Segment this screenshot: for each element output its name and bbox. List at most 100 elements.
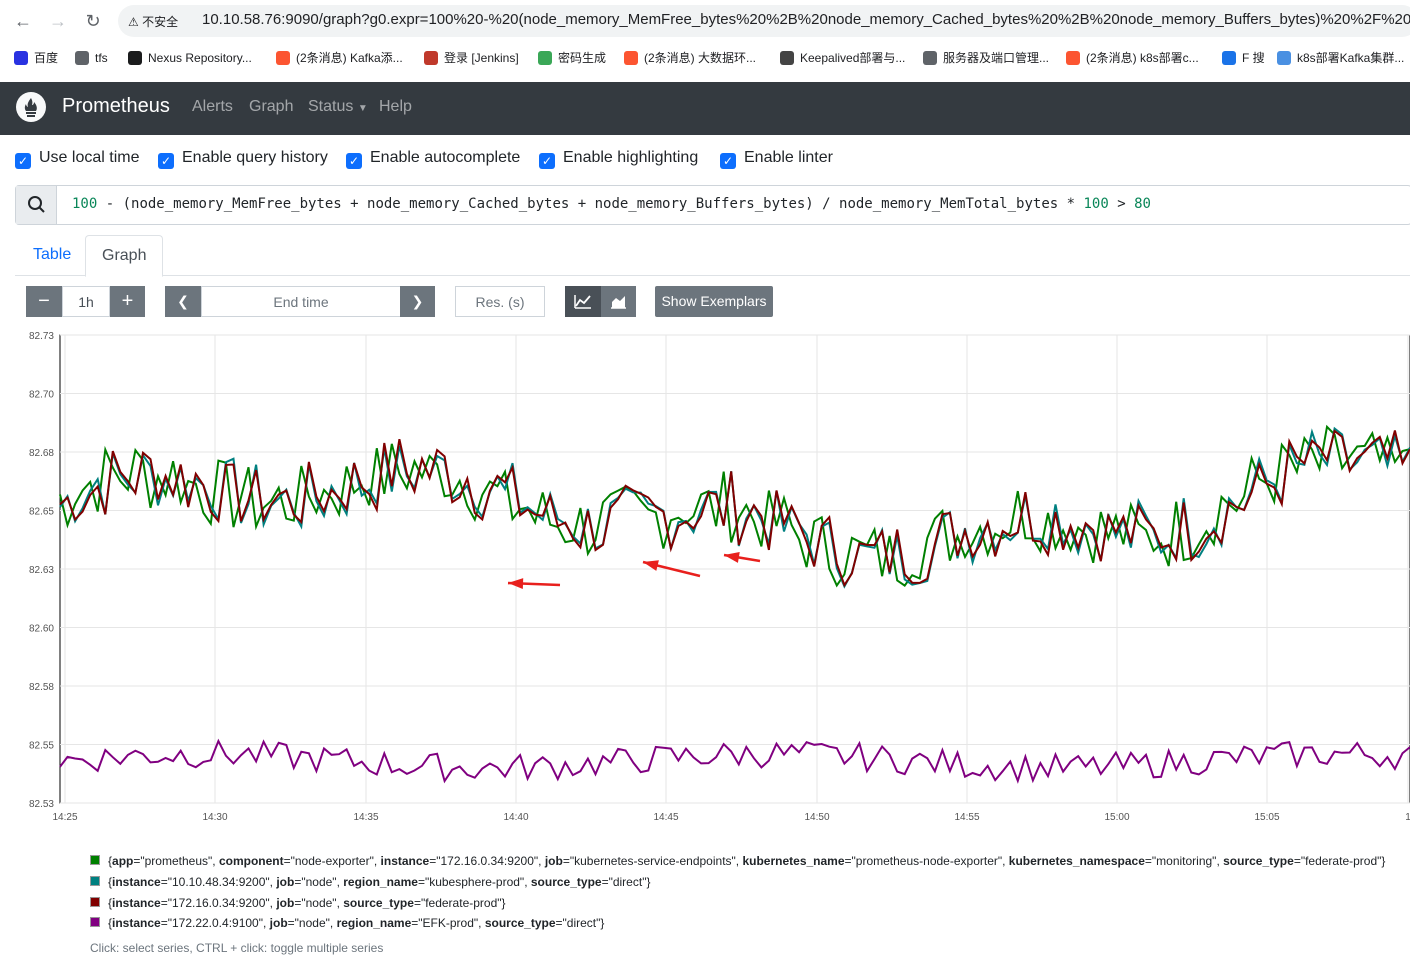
label-key: kubernetes_name <box>742 854 845 868</box>
stacked-chart-icon[interactable] <box>601 286 636 317</box>
bookmark-item[interactable]: F 搜 <box>1222 47 1265 69</box>
x-tick-label: 14:30 <box>202 812 227 823</box>
bookmark-favicon-icon <box>276 51 290 65</box>
chevron-right-icon[interactable]: ❯ <box>400 286 435 317</box>
nav-help[interactable]: Help <box>379 98 412 116</box>
checkbox-checked-icon[interactable]: ✓ <box>15 153 31 169</box>
legend-item[interactable]: {instance="172.22.0.4:9100", job="node",… <box>90 916 604 930</box>
chevron-left-icon[interactable]: ❮ <box>165 286 201 317</box>
range-input[interactable]: 1h <box>62 286 110 317</box>
x-tick-label: 15:05 <box>1254 812 1279 823</box>
label-key: component <box>218 854 284 868</box>
checkbox-checked-icon[interactable]: ✓ <box>720 153 736 169</box>
bookmark-item[interactable]: (2条消息) Kafka添... <box>276 47 403 69</box>
search-icon[interactable] <box>16 186 57 224</box>
option-label: Use local time <box>39 149 140 166</box>
y-tick-label: 82.70 <box>29 390 54 401</box>
bookmark-favicon-icon <box>1222 51 1236 65</box>
label-key: region_name <box>336 916 412 930</box>
x-tick-label: 14:35 <box>353 812 378 823</box>
bookmark-item[interactable]: tfs <box>75 47 108 69</box>
bookmark-favicon-icon <box>75 51 89 65</box>
prometheus-navbar: Prometheus Alerts Graph Status ▼ Help <box>0 82 1410 135</box>
bookmark-item[interactable]: 登录 [Jenkins] <box>424 47 519 69</box>
prometheus-logo-icon[interactable] <box>16 92 46 122</box>
y-tick-label: 82.68 <box>29 448 54 459</box>
label-value: ="172.22.0.4:9100" <box>160 916 263 930</box>
nav-status[interactable]: Status ▼ <box>308 98 368 116</box>
label-value: ="prometheus-node-exporter" <box>844 854 1003 868</box>
bookmark-label: 服务器及端口管理... <box>943 51 1050 65</box>
graph-chart[interactable]: 82.73 82.70 82.68 82.65 82.63 82.60 82.58 82.55… <box>0 320 1410 830</box>
label-value: ="kubernetes-service-endpoints" <box>562 854 736 868</box>
legend-item[interactable]: {app="prometheus", component="node-expor… <box>90 854 1385 868</box>
nav-alerts[interactable]: Alerts <box>192 98 233 116</box>
label-value: ="172.16.0.34:9200" <box>429 854 539 868</box>
option-label: Enable highlighting <box>563 149 699 166</box>
bookmark-label: tfs <box>95 51 108 65</box>
nav-graph[interactable]: Graph <box>249 98 293 116</box>
option-enable-query-history[interactable]: ✓ Enable query history <box>158 149 328 169</box>
bookmark-item[interactable]: k8s部署Kafka集群... <box>1277 47 1404 69</box>
option-label: Enable linter <box>744 149 833 166</box>
resolution-input[interactable]: Res. (s) <box>455 286 545 317</box>
security-indicator[interactable]: ⚠ 不安全 <box>128 13 178 30</box>
label-key: source_type <box>343 896 414 910</box>
x-tick-label: 1 <box>1405 812 1410 823</box>
label-key: region_name <box>343 875 418 889</box>
option-enable-linter[interactable]: ✓ Enable linter <box>720 149 833 169</box>
address-bar[interactable]: ⚠ 不安全 10.10.58.76:9090/graph?g0.expr=100… <box>118 5 1410 37</box>
increase-range-button[interactable]: + <box>110 286 145 317</box>
show-exemplars-button[interactable]: Show Exemplars <box>655 286 773 317</box>
y-tick-label: 82.53 <box>29 799 54 810</box>
reload-icon[interactable]: ↻ <box>80 8 106 34</box>
security-label: 不安全 <box>142 15 179 29</box>
end-time-input[interactable]: End time <box>201 286 401 317</box>
label-key: instance <box>380 854 430 868</box>
bookmark-item[interactable]: 服务器及端口管理... <box>923 47 1049 69</box>
query-input[interactable]: 100 - (node_memory_MemFree_bytes + node_… <box>72 196 1151 212</box>
checkbox-checked-icon[interactable]: ✓ <box>346 153 362 169</box>
bookmark-item[interactable]: 密码生成 <box>538 47 606 69</box>
x-tick-label: 15:00 <box>1104 812 1129 823</box>
bookmark-item[interactable]: Nexus Repository... <box>128 47 252 69</box>
label-value: ="node" <box>294 896 337 910</box>
option-enable-autocomplete[interactable]: ✓ Enable autocomplete <box>346 149 520 169</box>
label-value: ="10.10.48.34:9200" <box>160 875 270 889</box>
url-text[interactable]: 10.10.58.76:9090/graph?g0.expr=100%20-%2… <box>202 11 1410 28</box>
label-value: ="prometheus" <box>133 854 213 868</box>
option-use-local-time[interactable]: ✓ Use local time <box>15 149 139 169</box>
checkbox-checked-icon[interactable]: ✓ <box>539 153 555 169</box>
bookmark-item[interactable]: (2条消息) 大数据环... <box>624 47 756 69</box>
option-label: Enable query history <box>182 149 328 166</box>
label-value: ="direct" <box>601 875 647 889</box>
bookmark-favicon-icon <box>923 51 937 65</box>
back-icon[interactable]: ← <box>10 8 36 34</box>
line-chart-icon[interactable] <box>565 286 601 317</box>
bookmark-item[interactable]: 百度 <box>14 47 58 69</box>
brand-title[interactable]: Prometheus <box>62 95 170 118</box>
legend-item[interactable]: {instance="10.10.48.34:9200", job="node"… <box>90 875 650 889</box>
label-key: job <box>276 875 295 889</box>
y-tick-label: 82.73 <box>29 331 54 342</box>
bookmark-item[interactable]: (2条消息) k8s部署c... <box>1066 47 1199 69</box>
tab-table[interactable]: Table <box>17 235 87 275</box>
x-tick-label: 14:25 <box>52 812 77 823</box>
query-number-token: 100 <box>72 196 98 212</box>
option-enable-highlighting[interactable]: ✓ Enable highlighting <box>539 149 698 169</box>
label-value: ="kubesphere-prod" <box>417 875 525 889</box>
decrease-range-button[interactable]: − <box>26 286 62 317</box>
legend-item[interactable]: {instance="172.16.0.34:9200", job="node"… <box>90 896 506 910</box>
tab-graph[interactable]: Graph <box>85 235 164 277</box>
y-tick-label: 82.58 <box>29 682 54 693</box>
bookmark-favicon-icon <box>780 51 794 65</box>
x-tick-label: 14:55 <box>954 812 979 823</box>
forward-icon[interactable]: → <box>45 8 71 34</box>
bookmark-label: (2条消息) Kafka添... <box>296 51 403 65</box>
bookmark-item[interactable]: Keepalived部署与... <box>780 47 905 69</box>
legend-hint: Click: select series, CTRL + click: togg… <box>90 941 384 955</box>
checkbox-checked-icon[interactable]: ✓ <box>158 153 174 169</box>
x-tick-label: 14:40 <box>503 812 528 823</box>
label-key: job <box>269 916 288 930</box>
x-tick-label: 14:45 <box>653 812 678 823</box>
